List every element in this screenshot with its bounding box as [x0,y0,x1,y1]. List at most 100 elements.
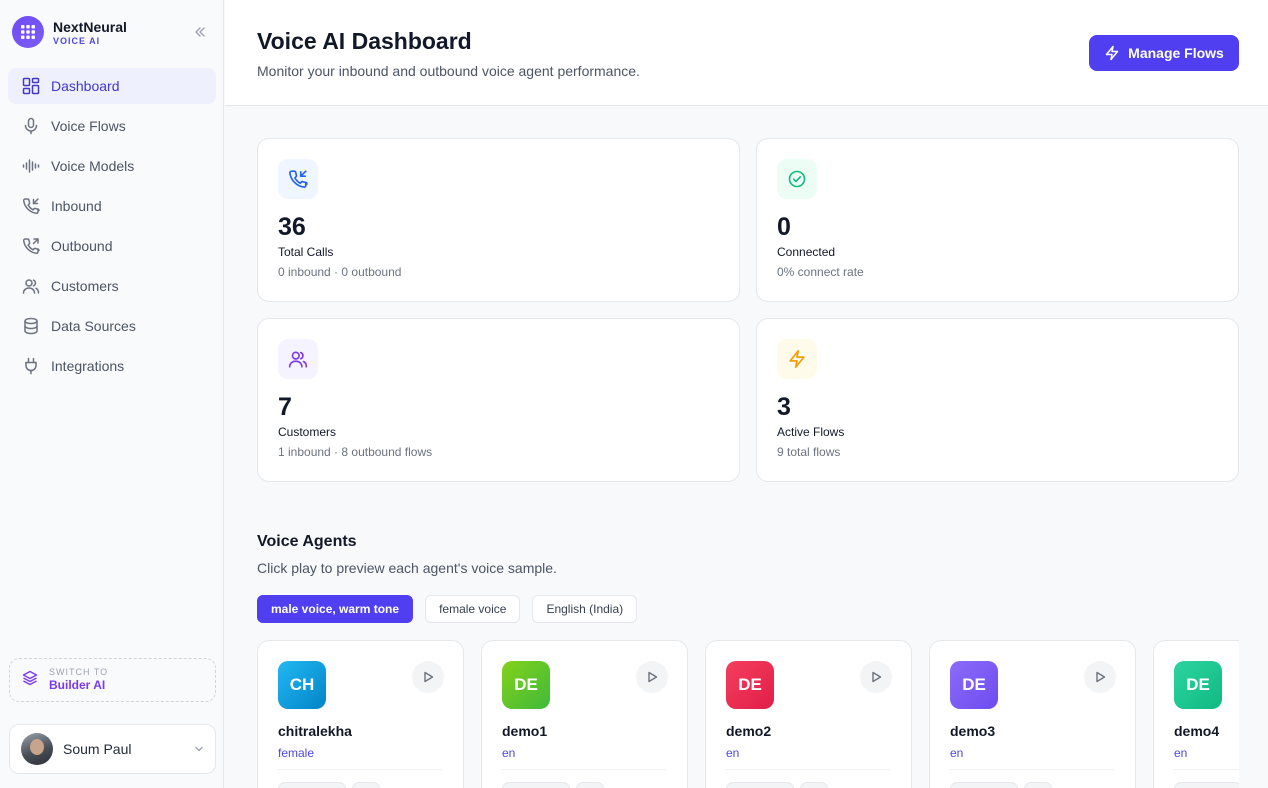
sidebar-item-label: Integrations [51,358,125,374]
play-icon [648,671,658,683]
play-icon [1096,671,1106,683]
sidebar-item-inbound[interactable]: Inbound [8,188,216,224]
divider [1174,769,1239,770]
manage-flows-button[interactable]: Manage Flows [1089,35,1239,71]
agent-badge [502,782,570,788]
user-menu[interactable]: Soum Paul [9,724,216,774]
agent-badge [1174,782,1239,788]
agent-badge [576,782,604,788]
lightning-icon [777,339,817,379]
avatar [21,733,53,765]
stat-subtext: 0 inbound · 0 outbound [278,265,402,279]
agent-name: chitralekha [278,723,352,739]
phone-incoming-icon [21,196,41,216]
agent-card[interactable]: DE demo2 en [705,640,912,788]
divider [278,769,443,770]
divider [502,769,667,770]
stat-subtext: 1 inbound · 8 outbound flows [278,445,433,459]
play-button[interactable] [412,661,444,693]
agent-name: demo2 [726,723,772,739]
divider [950,769,1115,770]
sidebar-item-integrations[interactable]: Integrations [8,348,216,384]
switch-label: SWITCH TO [49,667,109,677]
chevron-down-icon [193,742,205,760]
stat-card-connected: 0 Connected 0% connect rate [756,138,1239,302]
user-name: Soum Paul [63,741,132,757]
agent-card[interactable]: CH chitralekha female [257,640,464,788]
chip-english-india[interactable]: English (India) [532,595,638,623]
agent-cards: CH chitralekha female DE demo1 en DE dem… [257,640,1239,788]
sidebar-item-label: Data Sources [51,318,136,334]
stat-card-active-flows: 3 Active Flows 9 total flows [756,318,1239,482]
agent-badge [352,782,380,788]
agent-badge [1024,782,1052,788]
microphone-icon [21,116,41,136]
stat-card-customers: 7 Customers 1 inbound · 8 outbound flows [257,318,740,482]
agent-badge [950,782,1018,788]
sidebar-item-label: Voice Flows [51,118,126,134]
agent-tag: female [278,746,315,760]
sidebar-item-voice-models[interactable]: Voice Models [8,148,216,184]
sidebar-nav: Dashboard Voice Flows Voice Models Inbou… [8,68,216,388]
switch-to-builder-button[interactable]: SWITCH TO Builder AI [9,658,216,702]
section-title: Voice Agents [257,533,357,550]
agent-tag: en [950,746,964,760]
grid-icon [12,16,44,48]
phone-outgoing-icon [21,236,41,256]
agent-card[interactable]: DE demo1 en [481,640,688,788]
chip-female-voice[interactable]: female voice [425,595,521,623]
play-icon [872,671,882,683]
sidebar: NextNeural VOICE AI Dashboard Voice Flow… [0,0,224,788]
sidebar-item-customers[interactable]: Customers [8,268,216,304]
agent-avatar: CH [278,661,326,709]
phone-incoming-icon [278,159,318,199]
agent-name: demo3 [950,723,996,739]
page-subtitle: Monitor your inbound and outbound voice … [257,63,640,79]
agent-avatar: DE [950,661,998,709]
filter-chips: male voice, warm tone female voice Engli… [257,595,649,623]
sidebar-item-dashboard[interactable]: Dashboard [8,68,216,104]
play-button[interactable] [1084,661,1116,693]
sidebar-item-label: Dashboard [51,78,120,94]
stat-label: Total Calls [278,245,334,259]
collapse-sidebar-icon[interactable] [192,24,208,40]
stat-subtext: 9 total flows [777,445,841,459]
agent-tag: en [502,746,516,760]
brand[interactable]: NextNeural VOICE AI [12,16,127,48]
agent-name: demo1 [502,723,548,739]
divider [726,769,891,770]
switch-target: Builder AI [49,678,106,692]
agent-card[interactable]: DE demo4 en [1153,640,1239,788]
stat-value: 7 [278,393,292,421]
agent-badge [726,782,794,788]
database-icon [21,316,41,336]
page-header: Voice AI Dashboard Monitor your inbound … [225,0,1268,106]
users-icon [278,339,318,379]
play-button[interactable] [860,661,892,693]
agent-avatar: DE [726,661,774,709]
sidebar-item-voice-flows[interactable]: Voice Flows [8,108,216,144]
stat-value: 3 [777,393,791,421]
layers-icon [22,670,38,691]
chip-male-voice[interactable]: male voice, warm tone [257,595,414,623]
check-circle-icon [777,159,817,199]
waveform-icon [21,156,41,176]
sidebar-item-data-sources[interactable]: Data Sources [8,308,216,344]
dashboard-icon [21,76,41,96]
agent-badge [278,782,346,788]
agent-avatar: DE [1174,661,1222,709]
stat-card-total-calls: 36 Total Calls 0 inbound · 0 outbound [257,138,740,302]
play-icon [424,671,434,683]
users-icon [21,276,41,296]
section-subtitle: Click play to preview each agent's voice… [257,560,557,576]
agent-card[interactable]: DE demo3 en [929,640,1136,788]
sidebar-item-label: Inbound [51,198,102,214]
brand-subtitle: VOICE AI [53,35,101,46]
lightning-icon [1105,45,1119,61]
sidebar-item-label: Outbound [51,238,113,254]
agent-avatar: DE [502,661,550,709]
play-button[interactable] [636,661,668,693]
sidebar-item-outbound[interactable]: Outbound [8,228,216,264]
sidebar-item-label: Customers [51,278,119,294]
agent-tag: en [1174,746,1188,760]
